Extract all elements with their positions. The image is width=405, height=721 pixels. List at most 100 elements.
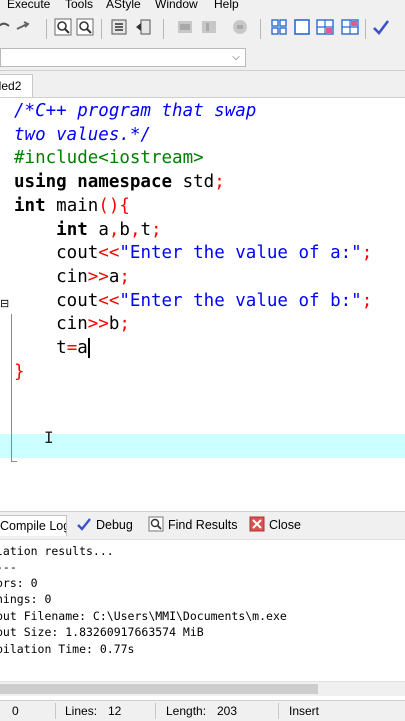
code-token: ;: [214, 172, 225, 193]
compile-log-panel: lation results... --- ors: 0 nings: 0 pu…: [0, 539, 405, 680]
status-bar: 0 Lines: 12 Length: 203 Insert: [0, 700, 405, 721]
debug-label: Debug: [96, 518, 133, 532]
find-icon: [148, 516, 164, 532]
close-icon: [249, 516, 265, 532]
code-token: ,: [108, 219, 120, 240]
toolbar-separator: [365, 19, 366, 39]
compile-icon[interactable]: [176, 18, 194, 36]
indent-icon[interactable]: [110, 18, 128, 36]
code-token: cout: [14, 243, 99, 264]
code-line: two values.*/: [14, 123, 151, 147]
toolbar-separator: [101, 19, 102, 39]
fold-guide-end: [11, 461, 17, 462]
code-token: <<: [98, 243, 120, 264]
chevron-down-icon[interactable]: ⌵: [227, 49, 245, 66]
compile-run-icon[interactable]: [231, 18, 249, 36]
text-cursor: [87, 338, 90, 358]
code-token: #include<iostream>: [14, 148, 204, 169]
status-lines-label: Lines:: [65, 704, 98, 718]
menu-window[interactable]: Window: [155, 0, 198, 10]
code-token: a: [98, 219, 109, 240]
log-line: ors: 0: [0, 576, 38, 590]
menu-tools[interactable]: Tools: [65, 0, 93, 10]
goto-bookmark-icon[interactable]: [341, 18, 359, 36]
code-token: =: [66, 338, 78, 358]
scrollbar-thumb[interactable]: [0, 684, 318, 694]
code-line: cout<<"Enter the value of a:";: [14, 241, 372, 265]
code-line: int a,b,t;: [14, 218, 162, 242]
code-line: cout<<"Enter the value of b:";: [14, 289, 372, 313]
code-token: ,: [129, 219, 141, 240]
menu-astyle[interactable]: AStyle: [106, 0, 141, 10]
menu-help[interactable]: Help: [214, 0, 239, 10]
debug-check-icon: [77, 518, 91, 531]
code-token: /*C++ program that swap: [14, 101, 257, 121]
code-line: cin>>b;: [14, 312, 130, 336]
code-token: cin: [14, 314, 88, 335]
bottom-panel-tabs: Compile Log Debug Find Results Close: [0, 511, 405, 540]
toolbar-separator: [46, 19, 47, 39]
code-token: b: [108, 314, 120, 335]
code-editor[interactable]: ⊟ /*C++ program that swap two values.*/ #i…: [0, 98, 405, 500]
code-token: (){: [98, 195, 130, 216]
status-divider: [155, 703, 156, 719]
fold-collapse-icon[interactable]: ⊟: [0, 297, 9, 311]
menu-execute[interactable]: Execute: [7, 0, 50, 10]
insert-icon[interactable]: [293, 18, 311, 36]
code-token: "Enter the value of b:": [119, 290, 362, 311]
code-line: #include<iostream>: [14, 146, 204, 170]
horizontal-scrollbar[interactable]: [0, 681, 405, 696]
toggle-bookmark-icon[interactable]: [316, 18, 334, 36]
code-token: t: [14, 338, 67, 358]
code-token: cout: [14, 290, 99, 311]
code-line: int main(){: [14, 194, 130, 218]
code-token: int: [14, 195, 57, 216]
code-token: two values.*/: [14, 124, 151, 145]
code-token: ;: [151, 219, 162, 240]
class-browser-bar: ⌵: [0, 46, 405, 71]
file-tab-bar: Untitled2: [0, 71, 405, 98]
code-token: t: [140, 219, 152, 240]
code-token: ;: [361, 243, 373, 264]
tab-compile-log[interactable]: Compile Log: [0, 515, 67, 536]
code-line: cin>>a;: [14, 265, 130, 289]
code-token: <<: [98, 290, 120, 311]
tab-find-results[interactable]: Find Results: [148, 515, 237, 536]
toolbar: [0, 12, 405, 47]
status-lines-value: 12: [108, 704, 122, 718]
fold-guide-line: [11, 314, 12, 462]
unindent-icon[interactable]: [134, 18, 152, 36]
search-icon[interactable]: [54, 18, 72, 36]
replace-icon[interactable]: [76, 18, 94, 36]
menu-bar: Execute Tools AStyle Window Help: [0, 0, 405, 12]
code-line: using namespace std;: [14, 170, 225, 194]
code-token: >>: [87, 266, 109, 287]
tab-untitled2[interactable]: Untitled2: [0, 74, 33, 97]
code-token: main: [56, 195, 99, 216]
ibeam-cursor-icon: I: [44, 428, 54, 447]
tab-label: Untitled2: [0, 79, 22, 93]
code-token: b: [119, 219, 130, 240]
status-col-value: 0: [12, 704, 19, 718]
current-line-highlight: [0, 434, 405, 458]
check-icon[interactable]: [372, 18, 390, 36]
log-line: put Size: 1.83260917663574 MiB: [0, 625, 204, 639]
log-line: put Filename: C:\Users\MMI\Documents\m.e…: [0, 609, 287, 623]
code-token: >>: [87, 314, 109, 335]
code-token: std: [182, 172, 215, 193]
new-class-icon[interactable]: [270, 18, 288, 36]
toolbar-separator: [260, 19, 261, 39]
tab-debug[interactable]: Debug: [76, 515, 133, 536]
function-select[interactable]: ⌵: [0, 48, 246, 67]
code-token: int: [56, 219, 99, 240]
status-divider: [55, 703, 56, 719]
code-token: a: [108, 266, 120, 287]
undo-icon[interactable]: [0, 18, 12, 36]
code-line: /*C++ program that swap: [14, 99, 256, 123]
run-icon[interactable]: [200, 18, 218, 36]
log-line: nings: 0: [0, 592, 52, 606]
redo-icon[interactable]: [14, 18, 32, 36]
tab-close[interactable]: Close: [249, 515, 301, 536]
code-token: a: [77, 338, 88, 358]
